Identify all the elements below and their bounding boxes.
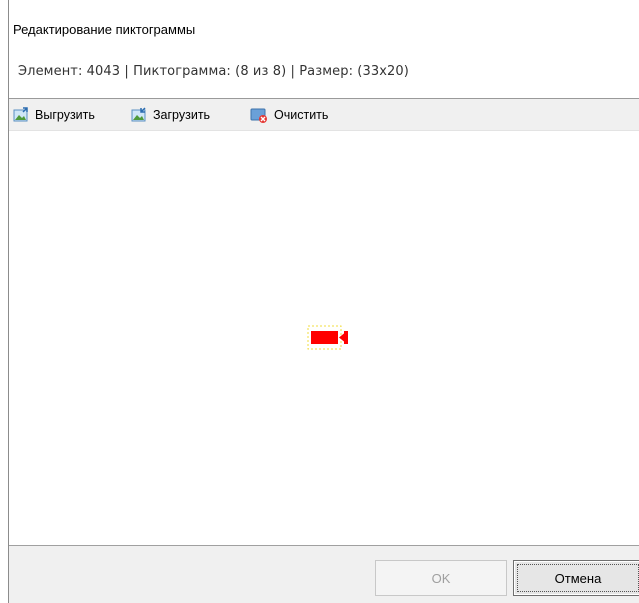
export-button[interactable]: Выгрузить	[13, 105, 95, 125]
import-label: Загрузить	[153, 108, 211, 122]
ok-label: OK	[431, 570, 451, 586]
import-button[interactable]: Загрузить	[131, 105, 210, 125]
dialog-title: Редактирование пиктограммы	[13, 22, 196, 37]
focus-rectangle	[517, 564, 639, 592]
clear-label: Очистить	[274, 108, 329, 122]
clear-button[interactable]: Очистить	[250, 105, 328, 125]
import-image-icon	[131, 107, 146, 122]
ok-button[interactable]: OK	[375, 560, 507, 596]
clear-image-icon	[250, 108, 267, 123]
toolbar: Выгрузить Загрузить Очистить	[9, 98, 639, 131]
pictogram-canvas[interactable]	[9, 131, 639, 545]
cancel-button[interactable]: Отмена	[513, 560, 639, 596]
pictogram-editor-dialog: Редактирование пиктограммы Элемент: 4043…	[0, 0, 639, 603]
export-label: Выгрузить	[35, 108, 95, 122]
dialog-footer: OK Отмена	[9, 545, 639, 603]
export-image-icon	[13, 107, 28, 122]
element-info-text: Элемент: 4043 | Пиктограмма: (8 из 8) | …	[18, 64, 409, 79]
video-camera-icon[interactable]	[307, 325, 356, 355]
